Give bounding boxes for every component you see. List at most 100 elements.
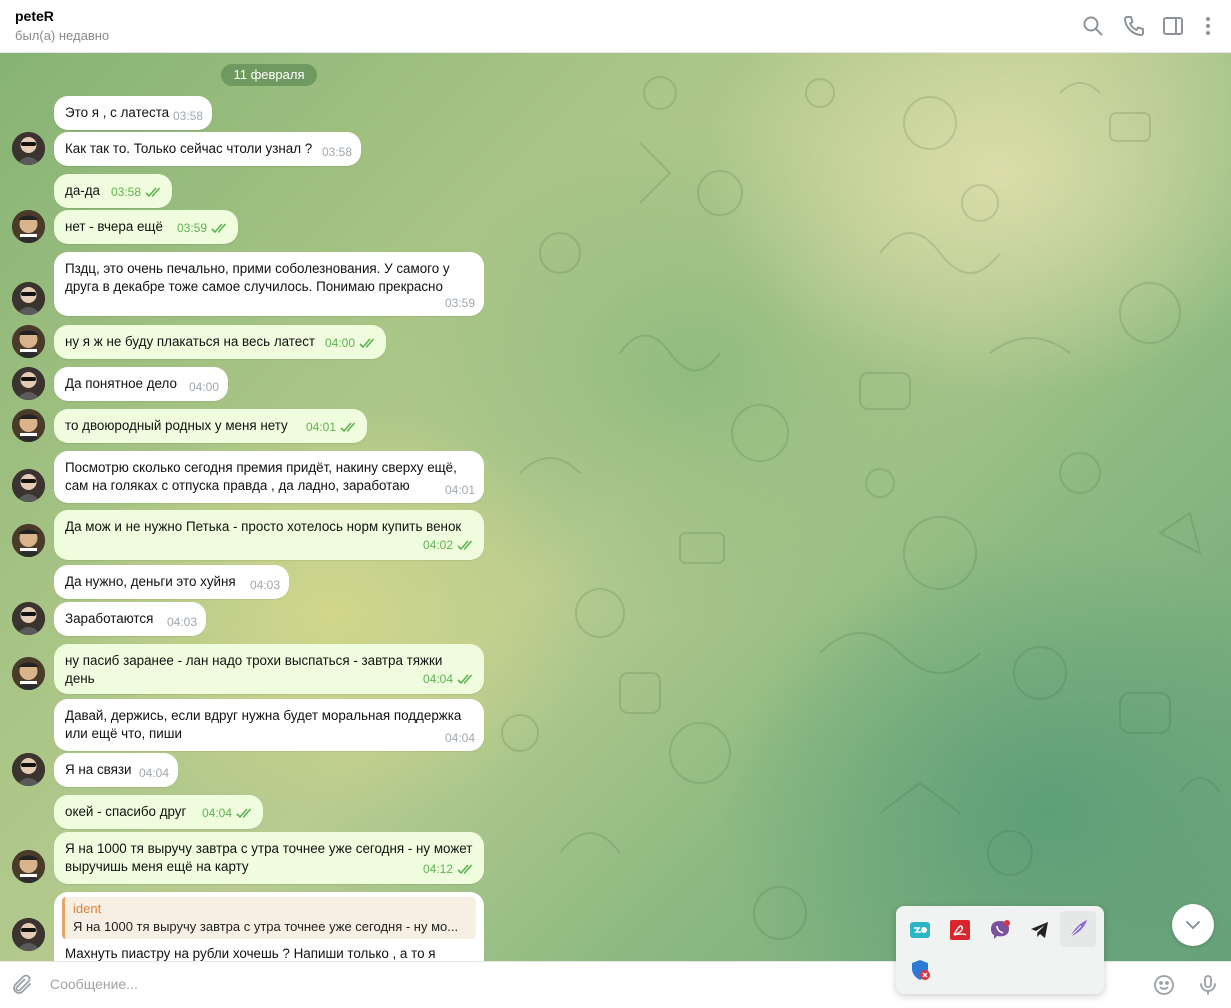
message-text: ну я ж не буду плакаться на весь латест [65, 334, 316, 349]
message-text-line: ну пасиб заранее - лан надо трохи выспат… [65, 653, 443, 686]
message-text-line: Я на 1000 тя выручу завтра с утра точнее… [65, 841, 473, 856]
message-incoming[interactable]: Это я , с латеста 03:58 [54, 96, 212, 130]
avatar[interactable] [12, 325, 45, 358]
system-tray-overflow [896, 906, 1104, 994]
message-time: 04:02 [422, 538, 453, 552]
avatar[interactable] [12, 850, 45, 883]
message-time: 03:59 [444, 296, 475, 310]
avatar[interactable] [12, 409, 45, 442]
sidebar-toggle-icon[interactable] [1161, 14, 1185, 38]
avatar[interactable] [12, 657, 45, 690]
reply-quote[interactable]: ident Я на 1000 тя выручу завтра с утра … [62, 897, 476, 939]
message-outgoing[interactable]: да-да 03:58 [54, 174, 172, 208]
avatar[interactable] [12, 367, 45, 400]
message-outgoing[interactable]: то двоюродный родных у меня нету 04:01 [54, 409, 367, 443]
message-incoming[interactable]: Давай, держись, если вдруг нужна будет м… [54, 699, 484, 751]
scroll-to-bottom-button[interactable] [1172, 904, 1214, 946]
message-text-line: Давай, держись, если вдруг нужна будет м… [65, 708, 462, 723]
attach-icon[interactable] [10, 973, 34, 997]
feather-app-icon[interactable] [1066, 917, 1090, 941]
emoji-icon[interactable] [1152, 973, 1176, 997]
message-incoming[interactable]: Как так то. Только сейчас чтоли узнал ? … [54, 132, 361, 166]
message-incoming[interactable]: Посмотрю сколько сегодня премия придёт, … [54, 451, 484, 503]
message-text: Заработаются [65, 611, 154, 626]
avatar[interactable] [12, 524, 45, 557]
date-separator: 11 февраля [221, 64, 317, 86]
yandex-disk-icon[interactable] [908, 918, 932, 942]
message-time: 04:01 [444, 483, 475, 497]
message-text: Я на связи [65, 762, 132, 777]
message-outgoing[interactable]: Да мож и не нужно Петька - просто хотело… [54, 510, 484, 560]
read-checkmarks-icon [340, 420, 358, 438]
viber-icon[interactable] [988, 918, 1012, 942]
security-shield-icon[interactable] [908, 958, 932, 982]
message-outgoing[interactable]: окей - спасибо друг 04:04 [54, 795, 263, 829]
message-time: 03:58 [321, 145, 352, 159]
avatar[interactable] [12, 132, 45, 165]
read-checkmarks-icon [145, 185, 163, 203]
message-input[interactable]: Сообщение... [50, 976, 138, 992]
message-text: Это я , с латеста [65, 105, 170, 120]
chat-status: был(а) недавно [15, 28, 110, 43]
message-outgoing[interactable]: ну я ж не буду плакаться на весь латест … [54, 325, 386, 359]
chat-header: peteR был(а) недавно [0, 0, 1231, 53]
message-time: 04:12 [422, 862, 453, 876]
message-text-line: друга в декабре тоже самое случилось. По… [65, 279, 443, 294]
message-incoming-reply[interactable]: ident Я на 1000 тя выручу завтра с утра … [54, 892, 484, 961]
message-time: 04:03 [249, 578, 280, 592]
more-vertical-icon[interactable] [1196, 14, 1220, 38]
avatar[interactable] [12, 282, 45, 315]
message-incoming[interactable]: Да нужно, деньги это хуйня 04:03 [54, 565, 289, 599]
message-text-line: или ещё что, пиши [65, 726, 182, 741]
message-text: Да нужно, деньги это хуйня [65, 574, 236, 589]
message-time: 04:00 [324, 336, 355, 350]
read-checkmarks-icon [359, 336, 377, 354]
message-time: 04:00 [188, 380, 219, 394]
message-time: 04:03 [166, 615, 197, 629]
reply-text: Я на 1000 тя выручу завтра с утра точнее… [73, 919, 459, 934]
message-text: Как так то. Только сейчас чтоли узнал ? [65, 141, 313, 156]
avatar[interactable] [12, 753, 45, 786]
message-time: 04:04 [444, 731, 475, 745]
message-text: окей - спасибо друг [65, 804, 187, 819]
message-incoming[interactable]: Заработаются 04:03 [54, 602, 206, 636]
avatar[interactable] [12, 210, 45, 243]
message-outgoing[interactable]: нет - вчера ещё 03:59 [54, 210, 238, 244]
chevron-down-icon [1186, 921, 1200, 930]
message-incoming[interactable]: Да понятное дело 04:00 [54, 367, 228, 401]
message-text-line: Пздц, это очень печально, прими соболезн… [65, 261, 450, 276]
search-icon[interactable] [1081, 14, 1105, 38]
telegram-icon[interactable] [1028, 918, 1052, 942]
avatar[interactable] [12, 469, 45, 502]
read-checkmarks-icon [457, 672, 475, 690]
message-incoming[interactable]: Пздц, это очень печально, прими соболезн… [54, 252, 484, 316]
message-text-line: сам на голяках с отпуска правда , да лад… [65, 478, 410, 493]
reply-author: ident [73, 901, 102, 916]
read-checkmarks-icon [457, 538, 475, 556]
message-outgoing[interactable]: ну пасиб заранее - лан надо трохи выспат… [54, 644, 484, 694]
message-text-line: выручишь меня ещё на карту [65, 859, 249, 874]
message-text: то двоюродный родных у меня нету [65, 418, 288, 433]
read-checkmarks-icon [236, 806, 254, 824]
read-checkmarks-icon [211, 221, 229, 239]
message-incoming[interactable]: Я на связи 04:04 [54, 753, 178, 787]
phone-icon[interactable] [1122, 14, 1146, 38]
avatar[interactable] [12, 602, 45, 635]
adobe-reader-icon[interactable] [948, 918, 972, 942]
microphone-icon[interactable] [1196, 973, 1220, 997]
message-time: 04:01 [305, 420, 336, 434]
chat-area[interactable]: 11 февраля Это я , с латеста 03:58 Как т… [0, 53, 1231, 961]
message-text: Да понятное дело [65, 376, 177, 391]
message-time: 04:04 [201, 806, 232, 820]
message-text-line: Да мож и не нужно Петька - просто хотело… [65, 519, 462, 534]
message-time: 03:59 [176, 221, 207, 235]
message-outgoing[interactable]: Я на 1000 тя выручу завтра с утра точнее… [54, 832, 484, 884]
message-text: нет - вчера ещё [65, 219, 163, 234]
avatar[interactable] [12, 918, 45, 951]
chat-title[interactable]: peteR [15, 8, 54, 24]
message-time: 04:04 [138, 766, 169, 780]
message-time: 04:04 [422, 672, 453, 686]
message-text: да-да [65, 183, 100, 198]
message-text-line: Посмотрю сколько сегодня премия придёт, … [65, 460, 457, 475]
message-text: Махнуть пиастру на рубли хочешь ? Напиши… [65, 946, 436, 961]
